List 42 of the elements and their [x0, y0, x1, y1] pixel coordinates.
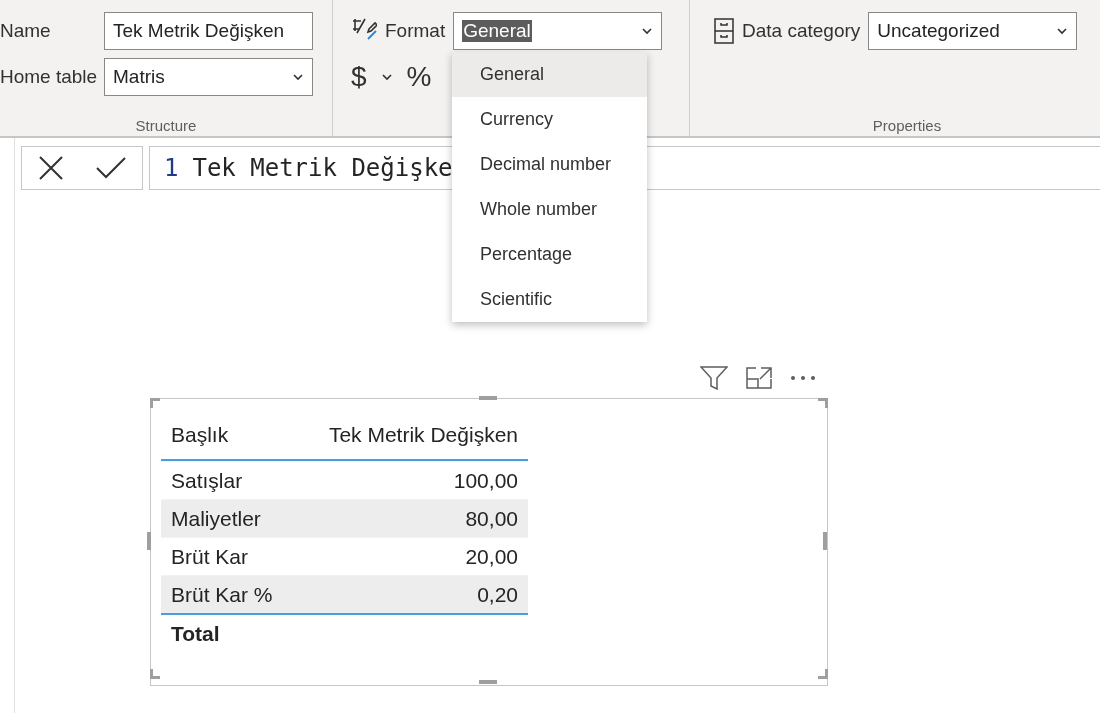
chevron-icon — [641, 27, 654, 35]
filter-icon[interactable] — [700, 366, 728, 390]
checkmark-icon[interactable] — [96, 157, 126, 179]
table-cell: Maliyetler — [171, 506, 261, 531]
formula-text[interactable]: Tek Metrik Değişke — [192, 154, 453, 182]
menu-item[interactable]: Decimal number — [452, 142, 647, 187]
group-label: Properties — [872, 117, 942, 134]
group-label: Structure — [135, 117, 197, 134]
home-table-label: Home table — [0, 66, 96, 88]
total-label: Total — [171, 622, 220, 646]
chevron-icon — [380, 73, 393, 81]
data-category-dropdown[interactable]: Uncategorized — [868, 12, 1078, 50]
line-number: 1 — [164, 154, 179, 182]
chevron-icon — [292, 73, 304, 81]
currency-button[interactable]: $ — [351, 61, 367, 93]
menu-item[interactable]: Currency — [452, 97, 647, 142]
format-dropdown[interactable]: General — [453, 12, 663, 50]
chevron-icon — [1056, 27, 1069, 35]
column-header: Tek Metrik Değişken — [328, 423, 518, 447]
close-icon[interactable] — [38, 155, 64, 181]
table-cell: 0,20 — [477, 582, 518, 607]
matrix-visual[interactable]: Başlık Tek Metrik Değişken Satışlar 100,00 Maliyetler 80,00 Brüt Kar 20,00 Brüt Kar % 0,20 Total — [150, 398, 828, 686]
focus-mode-icon[interactable] — [746, 367, 772, 389]
name-field[interactable]: Tek Metrik Değişken — [104, 12, 313, 50]
data-category-label: Data category — [742, 20, 861, 42]
table-cell: Brüt Kar — [171, 544, 249, 569]
percent-button[interactable]: % — [406, 61, 432, 93]
cabinet-icon — [714, 18, 734, 44]
menu-item[interactable]: Scientific — [452, 277, 647, 322]
menu-item[interactable]: General — [452, 52, 647, 97]
table-cell: Brüt Kar % — [171, 582, 273, 607]
table-cell: 80,00 — [465, 506, 518, 531]
format-label: Format — [385, 20, 446, 42]
column-header: Başlık — [171, 423, 229, 447]
more-options-icon[interactable] — [790, 375, 816, 381]
table-cell: Satışlar — [171, 468, 243, 493]
home-table-dropdown[interactable]: Matris — [104, 58, 313, 96]
table-cell: 20,00 — [465, 544, 518, 569]
table-cell: 100,00 — [453, 468, 518, 493]
menu-item[interactable]: Whole number — [452, 187, 647, 232]
name-label: Name — [0, 20, 52, 42]
menu-item[interactable]: Percentage — [452, 232, 647, 277]
